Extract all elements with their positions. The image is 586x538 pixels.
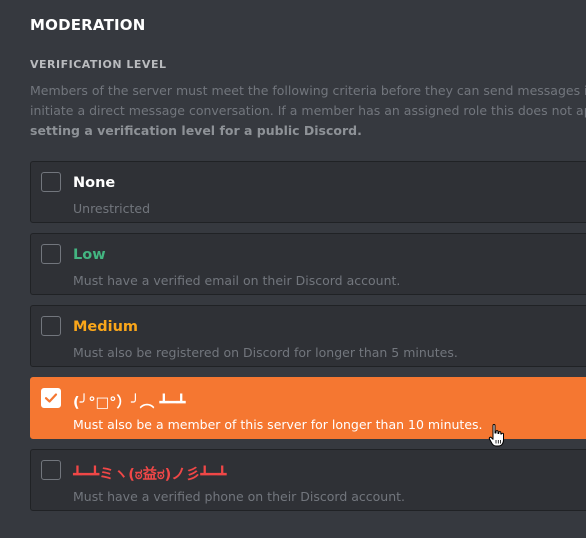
checkbox[interactable]	[41, 172, 61, 192]
option-label: Low	[73, 247, 106, 263]
hand-pointer-cursor-icon	[488, 424, 504, 447]
checkbox[interactable]	[41, 244, 61, 264]
option-label: (╯°□°）╯︵ ┻━┻	[73, 395, 186, 411]
option-label: Medium	[73, 319, 139, 335]
option-label: None	[73, 175, 116, 191]
option-description: Must have a verified email on their Disc…	[73, 273, 401, 288]
verification-option-low[interactable]: Low Must have a verified email on their …	[30, 233, 586, 295]
description-line-1: Members of the server must meet the foll…	[30, 83, 586, 98]
section-title-moderation: MODERATION	[30, 16, 146, 34]
description-line-2-text: initiate a direct message conversation. …	[30, 103, 586, 118]
checkbox[interactable]	[41, 388, 61, 408]
verification-option-very-high[interactable]: ┻━┻ミヽ(ಠ益ಠ)ノ彡┻━┻ Must have a verified pho…	[30, 449, 586, 511]
option-description: Unrestricted	[73, 201, 151, 216]
server-settings-moderation-page: MODERATION VERIFICATION LEVEL Members of…	[0, 0, 586, 538]
option-description: Must also be a member of this server for…	[73, 417, 483, 432]
verification-level-description: Members of the server must meet the foll…	[30, 81, 586, 141]
option-description: Must have a verified phone on their Disc…	[73, 489, 406, 504]
check-icon	[44, 393, 58, 403]
checkbox[interactable]	[41, 460, 61, 480]
description-line-3: setting a verification level for a publi…	[30, 121, 586, 141]
option-description: Must also be registered on Discord for l…	[73, 345, 458, 360]
verification-option-medium[interactable]: Medium Must also be registered on Discor…	[30, 305, 586, 367]
option-label: ┻━┻ミヽ(ಠ益ಠ)ノ彡┻━┻	[73, 467, 227, 483]
description-line-2: initiate a direct message conversation. …	[30, 101, 586, 121]
verification-level-title: VERIFICATION LEVEL	[30, 58, 167, 71]
verification-option-none[interactable]: None Unrestricted	[30, 161, 586, 223]
checkbox[interactable]	[41, 316, 61, 336]
description-line-3-text: setting a verification level for a publi…	[30, 123, 362, 138]
